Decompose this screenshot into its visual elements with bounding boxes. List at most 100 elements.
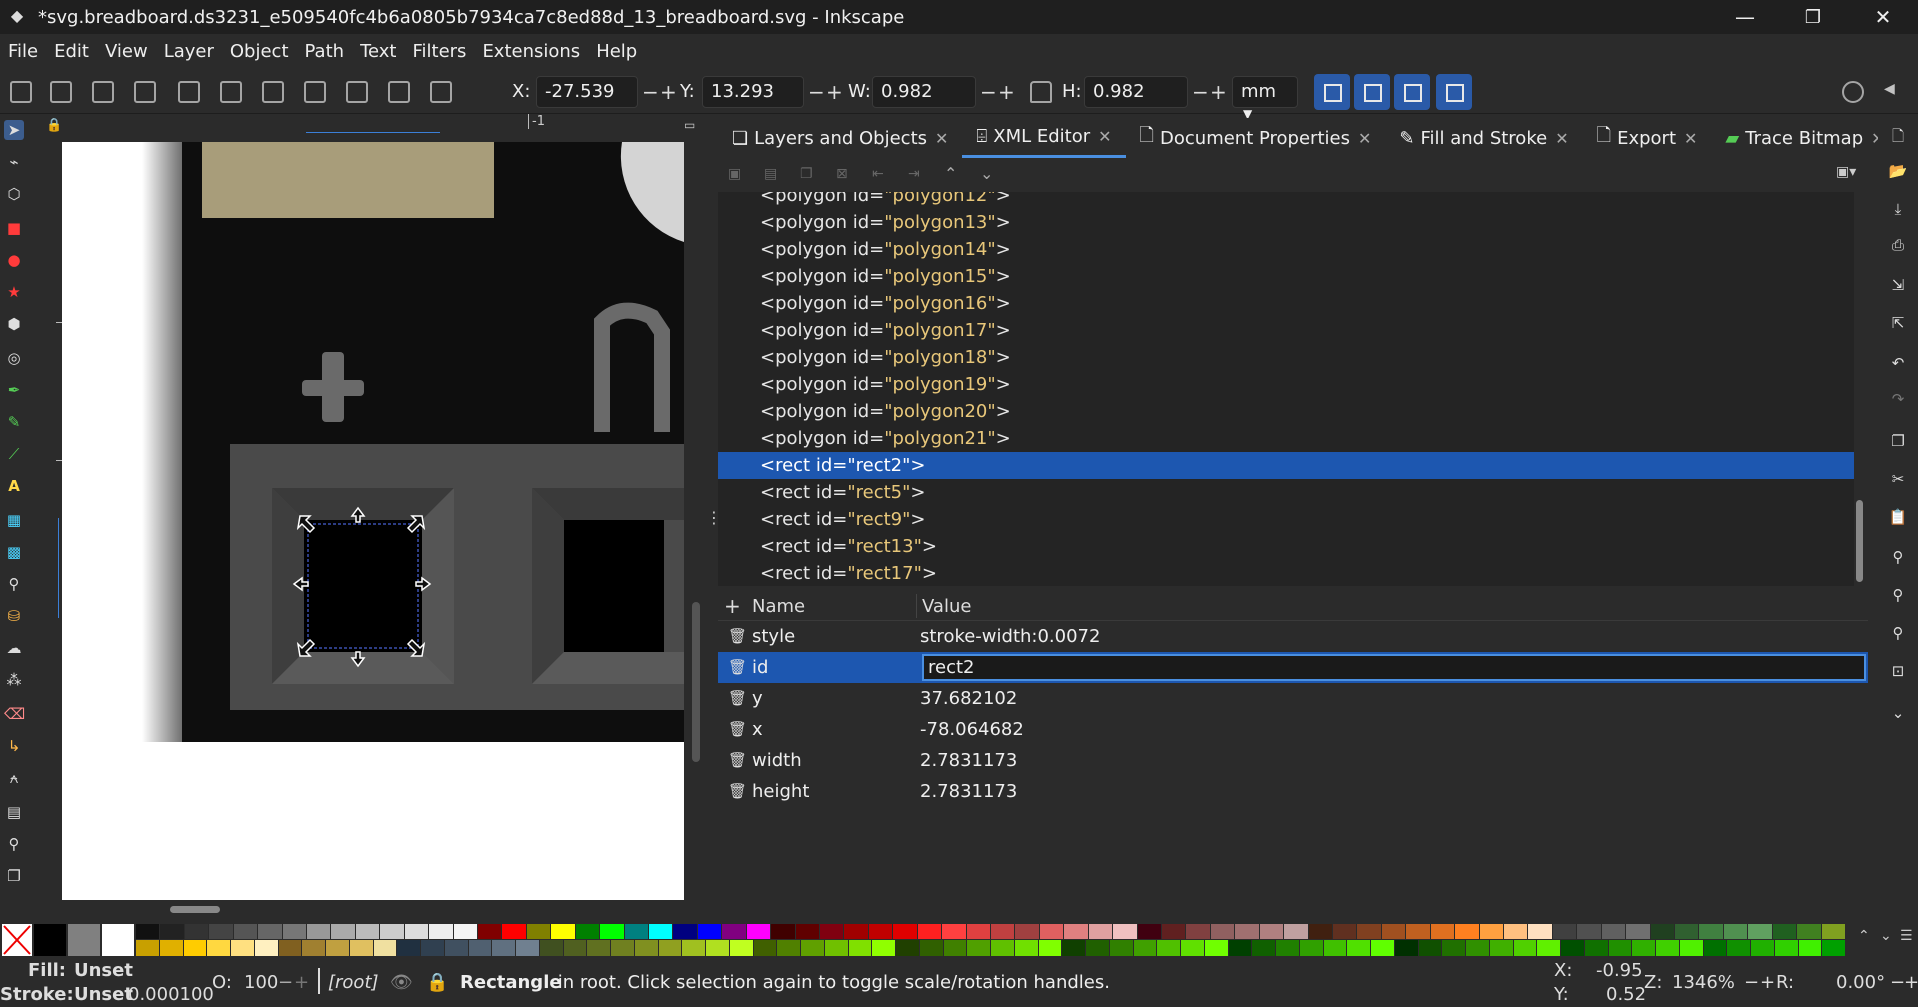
swatch[interactable] xyxy=(1113,924,1137,939)
lower-to-bottom-icon[interactable] xyxy=(430,81,452,103)
swatch[interactable] xyxy=(967,940,990,956)
swatch[interactable] xyxy=(1821,924,1845,939)
ellipse-tool-icon[interactable]: ● xyxy=(4,250,24,270)
swatch[interactable] xyxy=(1181,940,1204,956)
swatch[interactable] xyxy=(233,924,258,939)
xml-node-tree[interactable]: <polygon id="polygon12"> <polygon id="po… xyxy=(718,192,1854,586)
xml-node[interactable]: <rect id="rect9"> xyxy=(718,506,1854,533)
swatch[interactable] xyxy=(1284,924,1308,939)
w-decrement[interactable]: − xyxy=(980,80,997,104)
shape-builder-tool-icon[interactable]: ⬡ xyxy=(4,184,24,204)
copy-icon[interactable]: ❐ xyxy=(1888,432,1908,452)
swatch[interactable] xyxy=(1418,940,1442,956)
delete-attribute-icon[interactable]: 🗑 xyxy=(728,683,747,714)
swatch[interactable] xyxy=(706,940,729,956)
palette-menu-icon[interactable]: ☰ xyxy=(1900,928,1913,944)
swatch-gray[interactable] xyxy=(68,924,100,956)
swatch[interactable] xyxy=(1157,940,1180,956)
xml-node[interactable]: <polygon id="polygon21"> xyxy=(718,425,1854,452)
swatch[interactable] xyxy=(526,924,551,939)
swatch[interactable] xyxy=(795,924,819,939)
swatch[interactable] xyxy=(1014,940,1038,956)
more-commands-icon[interactable]: ⌄ xyxy=(1888,704,1908,724)
xml-node[interactable]: <polygon id="polygon16"> xyxy=(718,290,1854,317)
opacity-increment[interactable]: + xyxy=(294,972,309,993)
swatch[interactable] xyxy=(397,940,420,956)
menu-text[interactable]: Text xyxy=(352,34,404,70)
menu-extensions[interactable]: Extensions xyxy=(474,34,588,70)
box-3d-tool-icon[interactable]: ⬢ xyxy=(4,314,24,334)
swatch[interactable] xyxy=(160,924,184,939)
swatch[interactable] xyxy=(1561,940,1584,956)
swatch[interactable] xyxy=(1015,924,1039,939)
layer-lock-icon[interactable]: 🔒 xyxy=(426,972,448,993)
menu-help[interactable]: Help xyxy=(588,34,645,70)
paint-bucket-tool-icon[interactable]: ⛁ xyxy=(4,606,24,626)
rotate-value[interactable]: 0.00° xyxy=(1836,972,1885,993)
swatch[interactable] xyxy=(453,924,477,939)
swatch[interactable] xyxy=(896,940,919,956)
y-decrement[interactable]: − xyxy=(808,80,825,104)
swatch[interactable] xyxy=(1479,924,1503,939)
swatch[interactable] xyxy=(1235,924,1259,939)
canvas-vertical-scrollbar[interactable] xyxy=(692,602,700,762)
swatch[interactable] xyxy=(682,940,705,956)
swatch[interactable] xyxy=(1062,940,1085,956)
tab-layers-objects[interactable]: ❏ Layers and Objects ✕ xyxy=(718,118,962,158)
swatch[interactable] xyxy=(1772,924,1797,939)
swatch[interactable] xyxy=(478,924,502,939)
tab-fill-stroke[interactable]: ✎ Fill and Stroke ✕ xyxy=(1385,118,1582,158)
swatch[interactable] xyxy=(302,940,325,956)
swatch[interactable] xyxy=(1333,924,1357,939)
swatch[interactable] xyxy=(1774,940,1798,956)
menu-layer[interactable]: Layer xyxy=(156,34,222,70)
swatch-white[interactable] xyxy=(102,924,134,956)
swatch[interactable] xyxy=(1727,940,1750,956)
delete-node-icon[interactable]: ⊠ xyxy=(836,166,848,182)
zoom-center-icon[interactable]: ⊡ xyxy=(1888,662,1908,682)
xml-tree-scrollbar[interactable] xyxy=(1856,500,1863,582)
flip-vertical-icon[interactable] xyxy=(262,81,284,103)
attr-row-x[interactable]: 🗑 x -78.064682 xyxy=(718,714,1868,745)
swatch[interactable] xyxy=(1259,924,1284,939)
lock-guides-icon[interactable]: 🔒 xyxy=(46,118,62,133)
fill-value[interactable]: Unset xyxy=(74,960,133,981)
swatch[interactable] xyxy=(1656,940,1679,956)
h-field[interactable]: 0.982 xyxy=(1084,76,1188,108)
swatch[interactable] xyxy=(943,940,967,956)
raise-node-icon[interactable]: ⌃ xyxy=(944,164,957,183)
swatch[interactable] xyxy=(258,924,282,939)
swatch[interactable] xyxy=(373,940,397,956)
color-palette[interactable]: ⌃ ⌄ ☰ xyxy=(0,922,1918,958)
menu-file[interactable]: File xyxy=(0,34,46,70)
new-text-node-icon[interactable]: ▤ xyxy=(764,166,777,182)
menu-view[interactable]: View xyxy=(97,34,156,70)
swatch[interactable] xyxy=(1210,924,1235,939)
swatch[interactable] xyxy=(551,924,575,939)
swatch[interactable] xyxy=(207,940,230,956)
swatch[interactable] xyxy=(1537,940,1560,956)
swatch[interactable] xyxy=(1723,924,1748,939)
swatch[interactable] xyxy=(1650,924,1674,939)
swatch[interactable] xyxy=(697,924,722,939)
delete-attribute-icon[interactable]: 🗑 xyxy=(728,652,747,683)
swatch[interactable] xyxy=(600,924,624,939)
flip-horizontal-icon[interactable] xyxy=(220,81,242,103)
menu-path[interactable]: Path xyxy=(297,34,353,70)
swatch[interactable] xyxy=(1064,924,1088,939)
eraser-tool-icon[interactable]: ⌫ xyxy=(4,704,25,724)
menu-edit[interactable]: Edit xyxy=(46,34,97,70)
raise-icon[interactable] xyxy=(346,81,368,103)
swatch[interactable] xyxy=(404,924,429,939)
swatch[interactable] xyxy=(575,924,600,939)
raise-to-top-icon[interactable] xyxy=(304,81,326,103)
rotate-cw-icon[interactable] xyxy=(178,81,200,103)
swatch[interactable] xyxy=(159,940,183,956)
y-field[interactable]: 13.293 xyxy=(702,76,804,108)
new-element-node-icon[interactable]: ▣ xyxy=(728,166,741,182)
canvas-horizontal-scrollbar[interactable] xyxy=(170,906,220,913)
rotate-increment[interactable]: + xyxy=(1904,972,1918,993)
xml-node[interactable]: <polygon id="polygon20"> xyxy=(718,398,1854,425)
xml-node[interactable]: <polygon id="polygon18"> xyxy=(718,344,1854,371)
attr-value-editor[interactable]: rect2 xyxy=(922,654,1866,681)
